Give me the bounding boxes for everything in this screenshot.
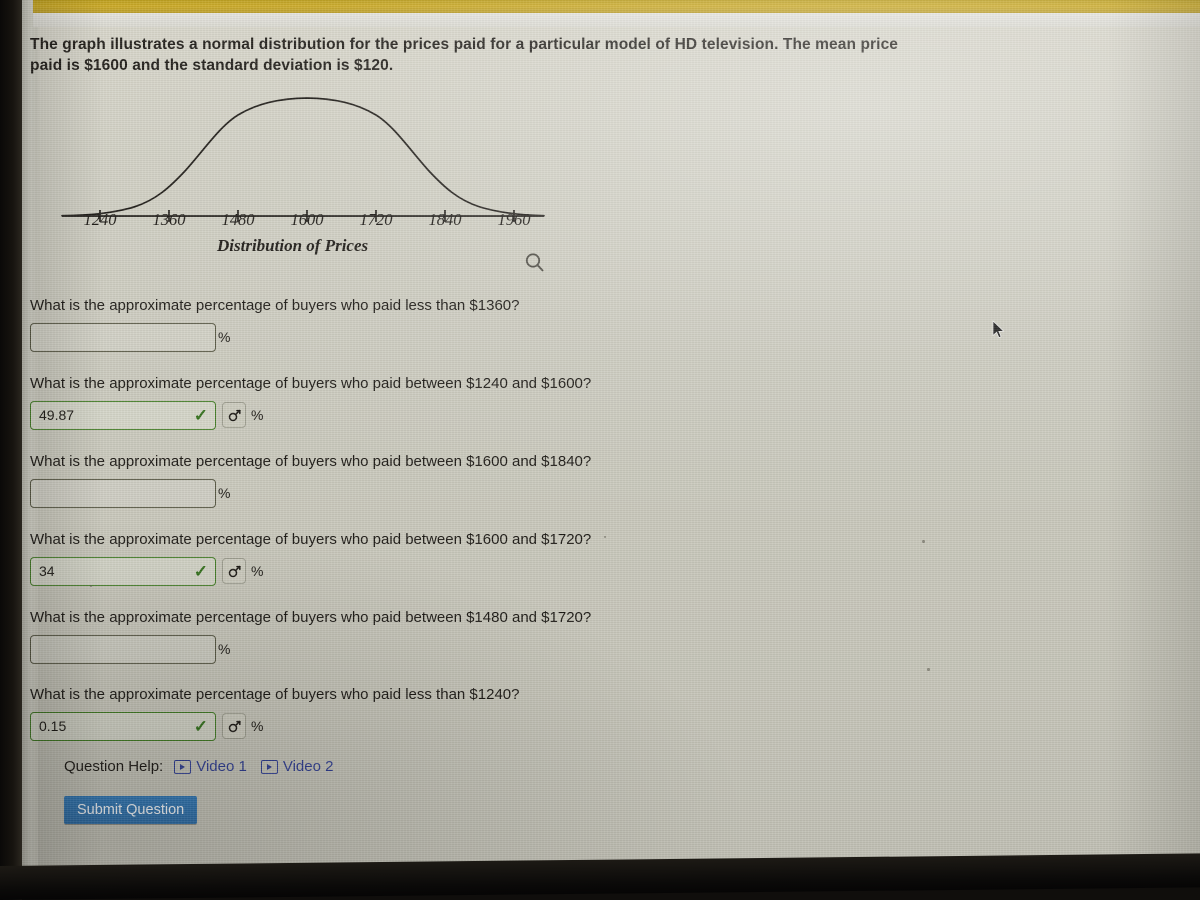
submit-question-button[interactable]: Submit Question [64,796,198,824]
answer-input[interactable]: 0.15 ✓ [30,711,216,741]
search-icon[interactable] [522,250,548,276]
sigma-unit-button[interactable] [222,402,246,428]
photo-speck [927,668,930,671]
x-tick-label: 1720 [359,210,393,229]
answer-input[interactable]: 49.87 ✓ [30,400,216,430]
answer-row: 0.15 ✓ % [30,711,770,741]
x-tick-label: 1240 [83,210,117,229]
question-prompt: The graph illustrates a normal distribut… [30,36,899,74]
question-block: What is the approximate percentage of bu… [30,296,770,352]
question-block: What is the approximate percentage of bu… [30,685,770,741]
answer-value: 49.87 [39,407,75,423]
answer-row: 49.87 ✓ % [30,400,770,430]
percent-unit-label: % [251,563,264,579]
submit-question-label: Submit Question [77,802,185,818]
figure-caption: Distribution of Prices [217,236,369,255]
video-1-link[interactable]: Video 1 [174,758,247,775]
x-axis-tick-labels: 1240 1360 1480 1600 1720 1840 1960 [52,210,552,234]
video-2-link[interactable]: Video 2 [260,758,334,775]
question-text: What is the approximate percentage of bu… [30,297,520,314]
answer-row: % [30,634,770,664]
percent-unit-label: % [251,407,264,423]
answer-value: 0.15 [39,718,67,734]
x-tick-label: 1960 [497,210,531,229]
checkmark-icon: ✓ [193,716,208,736]
mouse-cursor [992,320,1006,340]
play-icon [260,759,278,774]
answer-input[interactable] [30,478,216,508]
percent-unit-label: % [218,485,231,501]
answer-input[interactable] [30,634,216,664]
answer-row: % [30,478,770,508]
question-text: What is the approximate percentage of bu… [30,686,520,703]
photographed-screen: The graph illustrates a normal distribut… [0,0,1200,900]
answer-row: % [30,322,770,352]
sigma-unit-button[interactable] [222,713,246,739]
question-help-row: Question Help: Video 1 Video 2 [64,758,347,775]
answer-input[interactable] [30,322,216,352]
photo-speck [604,536,606,538]
question-help-label: Question Help: [64,758,164,775]
question-block: What is the approximate percentage of bu… [30,374,770,430]
question-text: What is the approximate percentage of bu… [30,375,592,392]
screen-surface: The graph illustrates a normal distribut… [22,0,1200,880]
x-tick-label: 1360 [152,210,186,229]
percent-unit-label: % [218,641,231,657]
question-block: What is the approximate percentage of bu… [30,530,770,586]
answer-row: 34 ✓ % [30,556,770,586]
checkmark-icon: ✓ [193,561,208,581]
play-icon [174,759,192,774]
question-text: What is the approximate percentage of bu… [30,453,592,470]
answer-value: 34 [39,563,55,579]
video-2-label: Video 2 [282,758,334,775]
normal-distribution-figure: 1240 1360 1480 1600 1720 1840 1960 Distr… [52,88,552,278]
answer-input[interactable]: 34 ✓ [30,556,216,586]
percent-unit-label: % [218,329,231,345]
question-block: What is the approximate percentage of bu… [30,452,770,508]
x-tick-label: 1840 [428,210,462,229]
question-text: What is the approximate percentage of bu… [30,531,592,548]
percent-unit-label: % [251,718,264,734]
question-page: The graph illustrates a normal distribut… [22,0,1200,880]
sigma-unit-button[interactable] [222,558,246,584]
x-tick-label: 1600 [290,210,324,229]
x-tick-label: 1480 [221,210,255,229]
monitor-bezel-left [0,0,22,900]
photo-speck [90,585,92,587]
photo-speck [922,540,925,543]
question-text: What is the approximate percentage of bu… [30,609,592,626]
checkmark-icon: ✓ [193,405,208,425]
question-block: What is the approximate percentage of bu… [30,608,770,664]
video-1-label: Video 1 [196,758,247,775]
